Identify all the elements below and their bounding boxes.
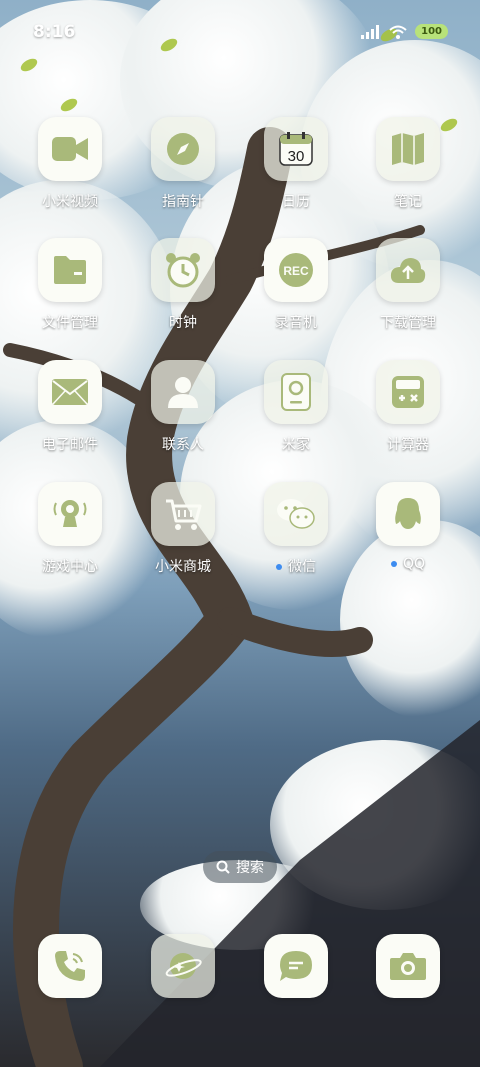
app-label: 联系人 — [162, 437, 204, 453]
qq-penguin-icon — [376, 482, 440, 546]
calendar-icon: 30 — [264, 117, 328, 181]
app-row-4: 游戏中心 小米商城 微信 QQ — [0, 482, 480, 592]
battery-indicator: 100 — [415, 24, 448, 39]
app-label: 小米商城 — [155, 559, 211, 575]
status-time: 8:16 — [33, 22, 76, 42]
video-icon — [38, 117, 102, 181]
app-label: 米家 — [282, 437, 310, 453]
app-wechat[interactable]: 微信 — [240, 482, 352, 576]
app-label: 下载管理 — [380, 315, 436, 331]
calendar-date: 30 — [288, 148, 305, 165]
app-qq[interactable]: QQ — [352, 482, 464, 572]
compass-icon — [151, 117, 215, 181]
notes-icon — [376, 117, 440, 181]
wifi-icon — [389, 25, 407, 39]
calculator-icon — [376, 360, 440, 424]
app-row-2: 文件管理 时钟 REC 录音机 下载管理 — [0, 238, 480, 348]
app-calendar[interactable]: 30 日历 — [240, 117, 352, 211]
app-contacts[interactable]: 联系人 — [127, 360, 239, 454]
search-icon — [216, 860, 230, 874]
app-label: 录音机 — [275, 315, 317, 331]
app-label: 游戏中心 — [42, 559, 98, 575]
search-pill[interactable]: 搜索 — [203, 851, 277, 883]
new-dot — [276, 564, 282, 570]
contacts-icon — [151, 360, 215, 424]
dock-messages[interactable] — [240, 934, 352, 998]
folder-icon — [38, 238, 102, 302]
dock-browser[interactable] — [127, 934, 239, 998]
clock-icon — [151, 238, 215, 302]
dock-camera[interactable] — [352, 934, 464, 998]
app-row-3: 电子邮件 联系人 米家 计算器 — [0, 360, 480, 470]
wechat-icon — [264, 482, 328, 546]
app-label: 时钟 — [169, 315, 197, 331]
mail-icon — [38, 360, 102, 424]
app-recorder[interactable]: REC 录音机 — [240, 238, 352, 332]
camera-icon — [376, 934, 440, 998]
app-download-manager[interactable]: 下载管理 — [352, 238, 464, 332]
app-label: 微信 — [240, 556, 352, 576]
messages-icon — [264, 934, 328, 998]
app-mijia[interactable]: 米家 — [240, 360, 352, 454]
app-email[interactable]: 电子邮件 — [14, 360, 126, 454]
rec-text: REC — [283, 264, 309, 278]
app-label: 日历 — [282, 194, 310, 210]
status-bar: 8:16 100 — [0, 22, 480, 50]
app-game-center[interactable]: 游戏中心 — [14, 482, 126, 576]
app-notes[interactable]: 笔记 — [352, 117, 464, 211]
app-xiaomi-video[interactable]: 小米视频 — [14, 117, 126, 211]
app-xiaomi-store[interactable]: 小米商城 — [127, 482, 239, 576]
app-calculator[interactable]: 计算器 — [352, 360, 464, 454]
game-center-icon — [38, 482, 102, 546]
phone-icon — [38, 934, 102, 998]
app-label: 电子邮件 — [42, 437, 98, 453]
browser-icon — [151, 934, 215, 998]
app-file-manager[interactable]: 文件管理 — [14, 238, 126, 332]
app-label: 小米视频 — [42, 194, 98, 210]
new-dot — [390, 561, 397, 567]
download-cloud-icon — [376, 238, 440, 302]
app-clock[interactable]: 时钟 — [127, 238, 239, 332]
recorder-icon: REC — [264, 238, 328, 302]
dock — [0, 934, 480, 1000]
shopping-cart-icon — [151, 482, 215, 546]
app-label: 文件管理 — [42, 315, 98, 331]
app-compass[interactable]: 指南针 — [127, 117, 239, 211]
dock-phone[interactable] — [14, 934, 126, 998]
search-label: 搜索 — [236, 860, 264, 876]
signal-icon — [361, 24, 381, 39]
app-label: 笔记 — [394, 194, 422, 210]
app-label: QQ — [352, 556, 464, 572]
app-row-1: 小米视频 指南针 30 日历 笔记 — [0, 117, 480, 227]
app-label: 指南针 — [162, 194, 204, 210]
mijia-icon — [264, 360, 328, 424]
app-label: 计算器 — [387, 437, 429, 453]
